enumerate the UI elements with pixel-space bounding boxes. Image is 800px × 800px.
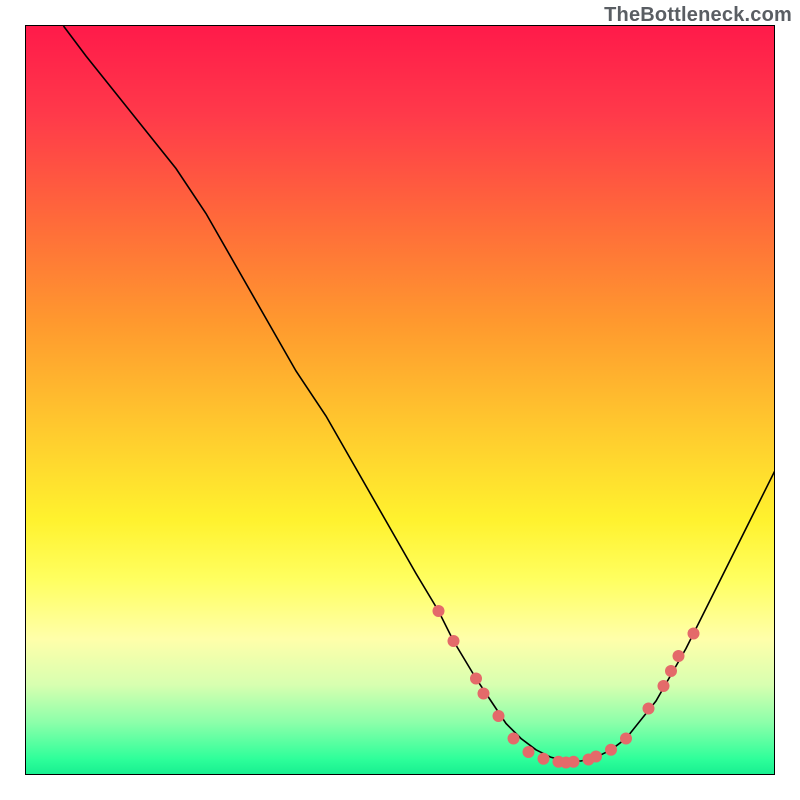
data-marker bbox=[658, 680, 670, 692]
data-marker bbox=[568, 756, 580, 768]
bottleneck-curve bbox=[64, 26, 776, 761]
data-marker bbox=[448, 635, 460, 647]
attribution-label: TheBottleneck.com bbox=[604, 4, 792, 27]
data-marker bbox=[688, 628, 700, 640]
data-marker bbox=[508, 733, 520, 745]
data-marker bbox=[538, 753, 550, 765]
data-marker bbox=[673, 650, 685, 662]
chart-container: TheBottleneck.com bbox=[0, 0, 800, 800]
data-marker bbox=[478, 688, 490, 700]
data-marker bbox=[620, 733, 632, 745]
chart-overlay bbox=[26, 26, 775, 775]
data-markers bbox=[433, 605, 700, 769]
data-marker bbox=[605, 744, 617, 756]
plot-area bbox=[25, 25, 775, 775]
data-marker bbox=[523, 746, 535, 758]
data-marker bbox=[470, 673, 482, 685]
data-marker bbox=[665, 665, 677, 677]
data-marker bbox=[493, 710, 505, 722]
data-marker bbox=[643, 703, 655, 715]
data-marker bbox=[590, 751, 602, 763]
data-marker bbox=[433, 605, 445, 617]
